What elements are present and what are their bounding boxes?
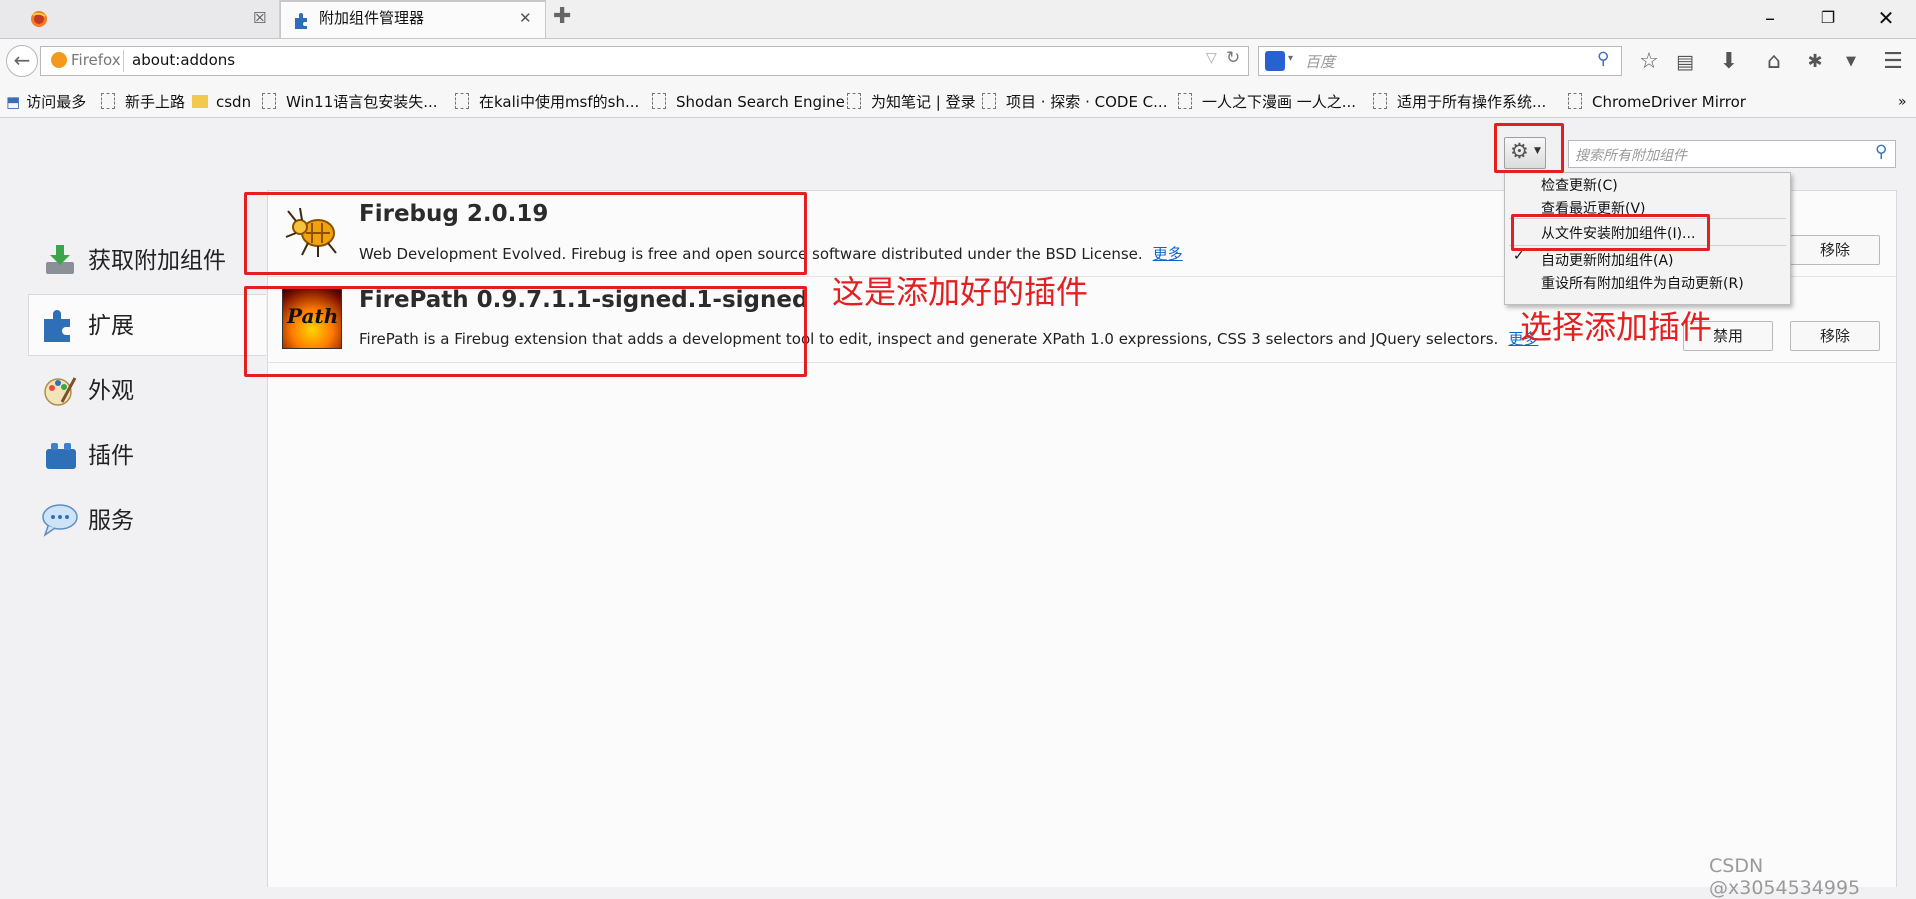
firefox-identity-icon bbox=[51, 52, 67, 68]
bookmark-item[interactable]: 新手上路 bbox=[101, 87, 185, 117]
firebug-icon[interactable]: ✱ bbox=[1800, 47, 1830, 77]
puzzle-icon bbox=[44, 310, 70, 342]
tab-addons-manager[interactable]: 附加组件管理器 ✕ bbox=[280, 0, 546, 38]
category-label: 外观 bbox=[88, 378, 134, 404]
search-icon[interactable]: ⚲ bbox=[1875, 142, 1887, 162]
annotation-installed: 这是添加好的插件 bbox=[832, 273, 1089, 311]
page-icon bbox=[982, 93, 996, 109]
menu-item-reset-auto-update[interactable]: 重设所有附加组件为自动更新(R) bbox=[1541, 273, 1744, 293]
category-plugins[interactable]: 插件 bbox=[28, 425, 266, 487]
page-icon bbox=[1178, 93, 1192, 109]
bookmark-folder[interactable]: csdn bbox=[192, 87, 251, 117]
highlight-box-firebug bbox=[244, 192, 807, 275]
firebug-dropdown-icon[interactable]: ▼ bbox=[1836, 47, 1866, 77]
bookmark-star-icon[interactable]: ☆ bbox=[1634, 47, 1664, 77]
highlight-box-install-from-file bbox=[1511, 214, 1710, 251]
identity-label: Firefox bbox=[71, 51, 121, 69]
close-tab-icon[interactable]: ✕ bbox=[519, 0, 532, 36]
home-icon[interactable]: ⌂ bbox=[1759, 47, 1789, 77]
page-icon bbox=[1568, 93, 1582, 109]
bookmarks-menu-icon[interactable]: ▤ bbox=[1670, 47, 1700, 77]
watermark-text: CSDN @x3054534995 bbox=[1709, 855, 1861, 899]
more-link[interactable]: 更多 bbox=[1153, 245, 1183, 263]
bookmark-item[interactable]: ⬒ 访问最多 bbox=[6, 87, 86, 117]
highlight-box-gear bbox=[1494, 123, 1564, 173]
category-services[interactable]: 服务 bbox=[28, 490, 266, 552]
category-label: 插件 bbox=[88, 443, 134, 469]
page-icon bbox=[455, 93, 469, 109]
remove-button[interactable]: 移除 bbox=[1790, 321, 1880, 351]
dropdown-arrow-icon[interactable]: ▽ bbox=[1206, 50, 1217, 66]
download-icon bbox=[46, 245, 74, 274]
new-tab-icon[interactable]: ✚ bbox=[553, 4, 571, 29]
engine-dropdown-icon[interactable]: ▾ bbox=[1288, 53, 1293, 64]
minimize-icon[interactable]: – bbox=[1742, 0, 1798, 36]
search-icon[interactable]: ⚲ bbox=[1597, 49, 1609, 69]
category-extensions[interactable]: 扩展 bbox=[28, 294, 266, 356]
bookmark-item[interactable]: 为知笔记 | 登录 bbox=[847, 87, 976, 117]
page-icon bbox=[101, 93, 115, 109]
category-label: 获取附加组件 bbox=[88, 248, 226, 274]
remove-button[interactable]: 移除 bbox=[1790, 235, 1880, 265]
bookmark-item[interactable]: ChromeDriver Mirror bbox=[1568, 87, 1746, 117]
bookmark-item[interactable]: Shodan Search Engine bbox=[652, 87, 845, 117]
paintbrush-icon bbox=[44, 377, 77, 406]
highlight-box-firepath bbox=[244, 286, 807, 377]
bookmark-item[interactable]: 在kali中使用msf的sh... bbox=[455, 87, 639, 117]
close-tab-icon[interactable]: ☒ bbox=[253, 0, 266, 36]
chevron-more-icon[interactable]: » bbox=[1898, 87, 1907, 117]
tab-firefox-home[interactable]: ☒ bbox=[0, 0, 280, 38]
url-text[interactable]: about:addons bbox=[132, 51, 235, 69]
firefox-logo-icon bbox=[31, 11, 47, 27]
annotation-choose-add: 选择添加插件 bbox=[1520, 308, 1713, 346]
tab-strip: ☒ 附加组件管理器 ✕ ✚ – ❐ ✕ bbox=[0, 0, 1916, 39]
category-label: 扩展 bbox=[88, 313, 134, 339]
close-window-icon[interactable]: ✕ bbox=[1858, 0, 1914, 36]
navigation-toolbar: ← Firefox about:addons ▽ ↻ 🐾 ▾ 百度 ⚲ ☆ ▤ … bbox=[0, 39, 1916, 87]
bookmark-item[interactable]: 项目 · 探索 · CODE C... bbox=[982, 87, 1167, 117]
menu-item-auto-update[interactable]: 自动更新附加组件(A) bbox=[1541, 250, 1674, 270]
page-icon bbox=[652, 93, 666, 109]
identity-divider bbox=[123, 50, 124, 72]
web-search-bar[interactable]: 🐾 ▾ 百度 ⚲ bbox=[1258, 46, 1622, 76]
lego-icon bbox=[46, 443, 76, 469]
restore-icon[interactable]: ❐ bbox=[1800, 0, 1856, 36]
page-icon bbox=[847, 93, 861, 109]
page-icon bbox=[262, 93, 276, 109]
menu-hamburger-icon[interactable]: ☰ bbox=[1878, 47, 1908, 77]
most-visited-icon: ⬒ bbox=[6, 93, 21, 111]
bookmark-item[interactable]: Win11语言包安装失... bbox=[262, 87, 438, 117]
tab-title: 附加组件管理器 bbox=[319, 9, 425, 27]
addon-search-input[interactable]: 搜索所有附加组件 ⚲ bbox=[1568, 140, 1896, 168]
search-placeholder: 百度 bbox=[1305, 53, 1336, 71]
baidu-paw-icon[interactable]: 🐾 bbox=[1265, 51, 1285, 71]
bookmark-item[interactable]: 一人之下漫画 一人之... bbox=[1178, 87, 1356, 117]
chat-bubble-icon bbox=[42, 504, 78, 537]
bookmarks-toolbar: ⬒ 访问最多 新手上路 csdn Win11语言包安装失... 在kali中使用m… bbox=[0, 87, 1916, 118]
back-button[interactable]: ← bbox=[6, 45, 38, 77]
menu-item-check-updates[interactable]: 检查更新(C) bbox=[1541, 175, 1618, 195]
page-icon bbox=[1373, 93, 1387, 109]
folder-icon bbox=[192, 95, 208, 108]
category-appearance[interactable]: 外观 bbox=[28, 360, 266, 422]
reload-icon[interactable]: ↻ bbox=[1226, 48, 1240, 68]
bookmark-item[interactable]: 适用于所有操作系统... bbox=[1373, 87, 1546, 117]
download-icon[interactable]: ⬇ bbox=[1714, 47, 1744, 77]
category-get-addons[interactable]: 获取附加组件 bbox=[28, 230, 266, 292]
url-bar[interactable]: Firefox about:addons ▽ ↻ bbox=[40, 46, 1249, 76]
addon-search-placeholder: 搜索所有附加组件 bbox=[1575, 148, 1687, 164]
puzzle-icon bbox=[295, 13, 307, 29]
category-label: 服务 bbox=[88, 508, 134, 534]
